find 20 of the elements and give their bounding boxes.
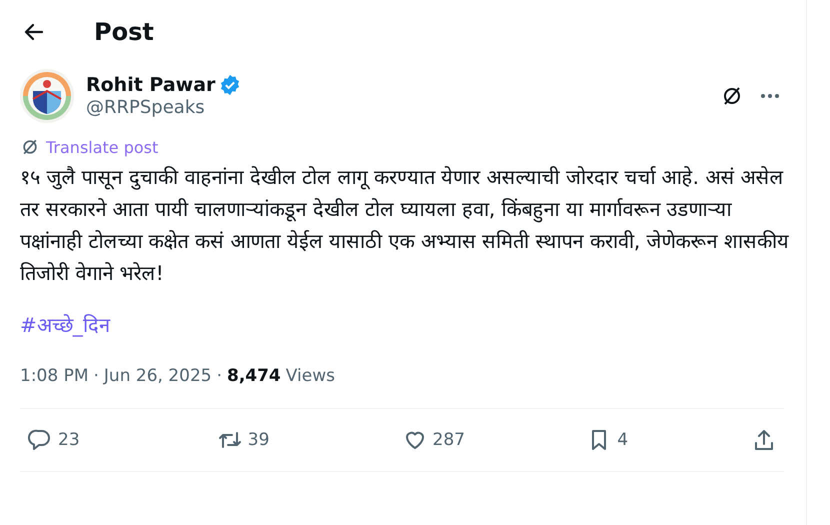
views-count: 8,474 xyxy=(226,366,281,386)
action-count: 4 xyxy=(617,430,628,450)
meta-text: 1:08 PM xyxy=(20,366,88,386)
more-icon[interactable] xyxy=(760,93,780,99)
author-name[interactable]: Rohit Pawar xyxy=(86,74,216,96)
avatar-logo xyxy=(20,69,74,123)
reply-icon[interactable] xyxy=(28,428,52,452)
page-title: Post xyxy=(94,18,154,46)
separator-dot: · xyxy=(216,366,222,386)
action-count: 287 xyxy=(432,430,465,450)
translate-link[interactable]: Translate post xyxy=(46,138,158,156)
action-count: 23 xyxy=(58,430,80,450)
separator-dot: · xyxy=(94,366,99,386)
hashtag-link[interactable]: #अच्छे_दिन xyxy=(20,311,110,338)
post-text: १५ जुलै पासून दुचाकी वाहनांना देखील टोल लागू करण्यात येणार असल्याची जोरदार चर्चा आहे. असं असेल तर सरकारने आता पायी चालणाऱ्यांकडून देखील टोल घ्यायला हवा, किंबहुना या मार्गावरून उडणाऱ्या पक्षांनाही टोलच्या कक्षेत कसं आणता येईल यासाठी एक अभ्यास समिती स्थापन करावी, जेणेकरून शासकीय तिजोरी वेगाने भरेल! xyxy=(20,164,790,287)
meta-text: Views xyxy=(286,366,335,386)
meta-text: Jun 26, 2025 xyxy=(104,366,212,386)
share-icon[interactable] xyxy=(752,428,776,452)
action-count: 39 xyxy=(248,430,270,450)
author-handle[interactable]: @RRPSpeaks xyxy=(86,97,708,118)
